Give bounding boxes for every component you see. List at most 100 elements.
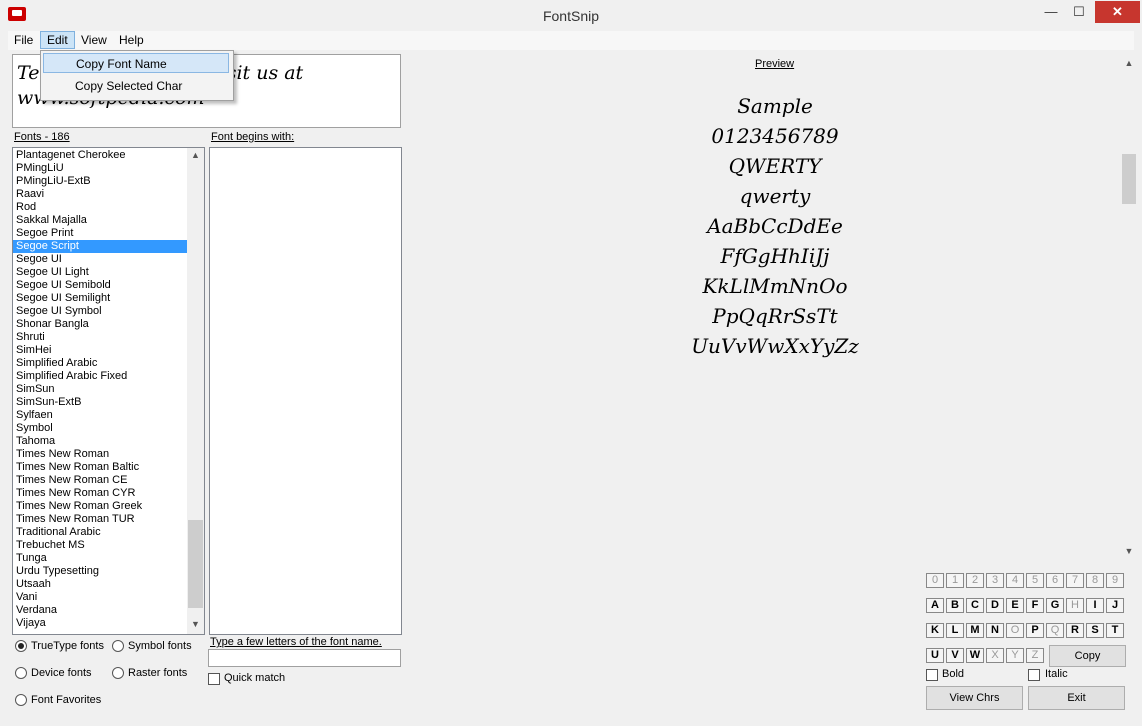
exit-button[interactable]: Exit bbox=[1028, 686, 1125, 710]
font-list-item[interactable]: Utsaah bbox=[13, 578, 188, 591]
char-key-q[interactable]: Q bbox=[1046, 623, 1064, 638]
raster-radio[interactable] bbox=[112, 667, 124, 679]
font-list-item[interactable]: Times New Roman CYR bbox=[13, 487, 188, 500]
char-key-o[interactable]: O bbox=[1006, 623, 1024, 638]
font-list-item[interactable]: Simplified Arabic Fixed bbox=[13, 370, 188, 383]
char-key-w[interactable]: W bbox=[966, 648, 984, 663]
font-list-item[interactable]: Segoe Script bbox=[13, 240, 188, 253]
font-list-item[interactable]: Sylfaen bbox=[13, 409, 188, 422]
char-key-c[interactable]: C bbox=[966, 598, 984, 613]
font-list-item[interactable]: Vijaya bbox=[13, 617, 188, 630]
font-name-input[interactable] bbox=[208, 649, 401, 667]
char-key-j[interactable]: J bbox=[1106, 598, 1124, 613]
font-list-item[interactable]: Rod bbox=[13, 201, 188, 214]
font-list-item[interactable]: Times New Roman CE bbox=[13, 474, 188, 487]
preview-scroll-thumb[interactable] bbox=[1122, 154, 1136, 204]
font-list-item[interactable]: Tunga bbox=[13, 552, 188, 565]
char-key-u[interactable]: U bbox=[926, 648, 944, 663]
char-key-a[interactable]: A bbox=[926, 598, 944, 613]
font-list-item[interactable]: Urdu Typesetting bbox=[13, 565, 188, 578]
char-key-9[interactable]: 9 bbox=[1106, 573, 1124, 588]
font-list-item[interactable]: Times New Roman Baltic bbox=[13, 461, 188, 474]
font-list-item[interactable]: Verdana bbox=[13, 604, 188, 617]
menu-file[interactable]: File bbox=[8, 31, 39, 49]
minimize-button[interactable]: — bbox=[1037, 1, 1065, 23]
font-list-item[interactable]: SimSun bbox=[13, 383, 188, 396]
font-list-item[interactable]: PMingLiU-ExtB bbox=[13, 175, 188, 188]
char-key-3[interactable]: 3 bbox=[986, 573, 1004, 588]
char-key-g[interactable]: G bbox=[1046, 598, 1064, 613]
font-list-item[interactable]: SimHei bbox=[13, 344, 188, 357]
menu-view[interactable]: View bbox=[75, 31, 113, 49]
char-key-e[interactable]: E bbox=[1006, 598, 1024, 613]
char-key-n[interactable]: N bbox=[986, 623, 1004, 638]
italic-checkbox[interactable] bbox=[1028, 669, 1040, 681]
char-key-m[interactable]: M bbox=[966, 623, 984, 638]
preview-scrollbar[interactable]: ▲ ▼ bbox=[1121, 54, 1137, 560]
close-button[interactable]: ✕ bbox=[1095, 1, 1140, 23]
menu-help[interactable]: Help bbox=[113, 31, 150, 49]
char-key-z[interactable]: Z bbox=[1026, 648, 1044, 663]
font-list-item[interactable]: Raavi bbox=[13, 188, 188, 201]
char-key-7[interactable]: 7 bbox=[1066, 573, 1084, 588]
symbol-radio[interactable] bbox=[112, 640, 124, 652]
favorites-radio[interactable] bbox=[15, 694, 27, 706]
font-list-item[interactable]: Segoe Print bbox=[13, 227, 188, 240]
font-list-item[interactable]: Trebuchet MS bbox=[13, 539, 188, 552]
font-list-item[interactable]: Shruti bbox=[13, 331, 188, 344]
font-list-item[interactable]: Sakkal Majalla bbox=[13, 214, 188, 227]
font-list-item[interactable]: Segoe UI Semibold bbox=[13, 279, 188, 292]
font-list-item[interactable]: Shonar Bangla bbox=[13, 318, 188, 331]
font-list-item[interactable]: Segoe UI Symbol bbox=[13, 305, 188, 318]
copy-selected-char-item[interactable]: Copy Selected Char bbox=[43, 76, 229, 96]
char-key-l[interactable]: L bbox=[946, 623, 964, 638]
char-key-6[interactable]: 6 bbox=[1046, 573, 1064, 588]
font-list-item[interactable]: Plantagenet Cherokee bbox=[13, 149, 188, 162]
device-radio[interactable] bbox=[15, 667, 27, 679]
font-list-item[interactable]: Segoe UI Light bbox=[13, 266, 188, 279]
view-chrs-button[interactable]: View Chrs bbox=[926, 686, 1023, 710]
char-key-v[interactable]: V bbox=[946, 648, 964, 663]
preview-scroll-up-icon[interactable]: ▲ bbox=[1121, 58, 1137, 68]
char-key-x[interactable]: X bbox=[986, 648, 1004, 663]
truetype-radio[interactable] bbox=[15, 640, 27, 652]
font-list-item[interactable]: Times New Roman TUR bbox=[13, 513, 188, 526]
char-key-i[interactable]: I bbox=[1086, 598, 1104, 613]
scroll-thumb[interactable] bbox=[188, 520, 203, 608]
char-key-b[interactable]: B bbox=[946, 598, 964, 613]
copy-button[interactable]: Copy bbox=[1049, 645, 1126, 667]
char-key-0[interactable]: 0 bbox=[926, 573, 944, 588]
bold-checkbox[interactable] bbox=[926, 669, 938, 681]
font-list-item[interactable]: Times New Roman bbox=[13, 448, 188, 461]
char-key-5[interactable]: 5 bbox=[1026, 573, 1044, 588]
maximize-button[interactable]: ☐ bbox=[1065, 1, 1093, 23]
copy-font-name-item[interactable]: Copy Font Name bbox=[43, 53, 229, 73]
font-list-item[interactable]: Vani bbox=[13, 591, 188, 604]
char-key-1[interactable]: 1 bbox=[946, 573, 964, 588]
char-key-p[interactable]: P bbox=[1026, 623, 1044, 638]
font-list-item[interactable]: Segoe UI bbox=[13, 253, 188, 266]
font-list-item[interactable]: Tahoma bbox=[13, 435, 188, 448]
fonts-list-scrollbar[interactable]: ▲ ▼ bbox=[187, 148, 204, 634]
preview-scroll-down-icon[interactable]: ▼ bbox=[1121, 546, 1137, 556]
font-list-item[interactable]: SimSun-ExtB bbox=[13, 396, 188, 409]
scroll-up-icon[interactable]: ▲ bbox=[187, 150, 204, 160]
menu-edit[interactable]: Edit bbox=[40, 31, 75, 49]
font-list-item[interactable]: Symbol bbox=[13, 422, 188, 435]
font-list-item[interactable]: PMingLiU bbox=[13, 162, 188, 175]
char-key-k[interactable]: K bbox=[926, 623, 944, 638]
quick-match-checkbox[interactable] bbox=[208, 673, 220, 685]
fonts-list[interactable]: Plantagenet Cherokee PMingLiU PMingLiU-Ext… bbox=[12, 147, 205, 635]
font-list-item[interactable]: Times New Roman Greek bbox=[13, 500, 188, 513]
char-key-y[interactable]: Y bbox=[1006, 648, 1024, 663]
char-key-t[interactable]: T bbox=[1106, 623, 1124, 638]
char-key-2[interactable]: 2 bbox=[966, 573, 984, 588]
char-key-4[interactable]: 4 bbox=[1006, 573, 1024, 588]
char-key-s[interactable]: S bbox=[1086, 623, 1104, 638]
font-list-item[interactable]: Simplified Arabic bbox=[13, 357, 188, 370]
char-key-f[interactable]: F bbox=[1026, 598, 1044, 613]
char-key-8[interactable]: 8 bbox=[1086, 573, 1104, 588]
font-list-item[interactable]: Traditional Arabic bbox=[13, 526, 188, 539]
scroll-down-icon[interactable]: ▼ bbox=[187, 619, 204, 629]
char-key-r[interactable]: R bbox=[1066, 623, 1084, 638]
